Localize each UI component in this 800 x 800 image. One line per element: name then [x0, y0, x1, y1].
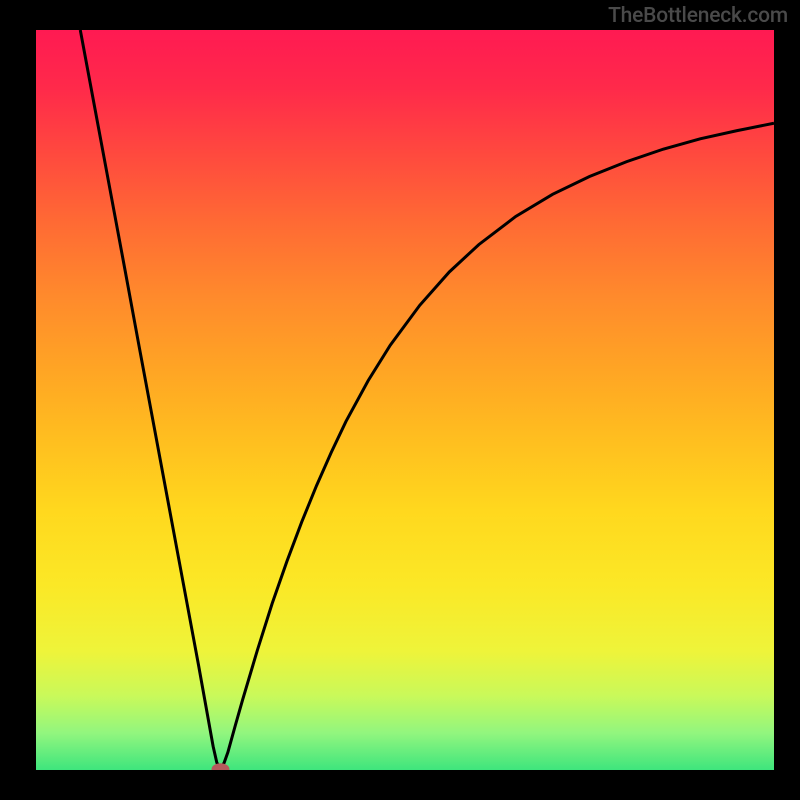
marker-dot: [212, 763, 230, 770]
curve-line: [80, 30, 774, 769]
curve-layer: [36, 30, 774, 770]
plot-area: [36, 30, 774, 770]
chart-container: TheBottleneck.com: [0, 0, 800, 800]
watermark: TheBottleneck.com: [608, 4, 788, 28]
